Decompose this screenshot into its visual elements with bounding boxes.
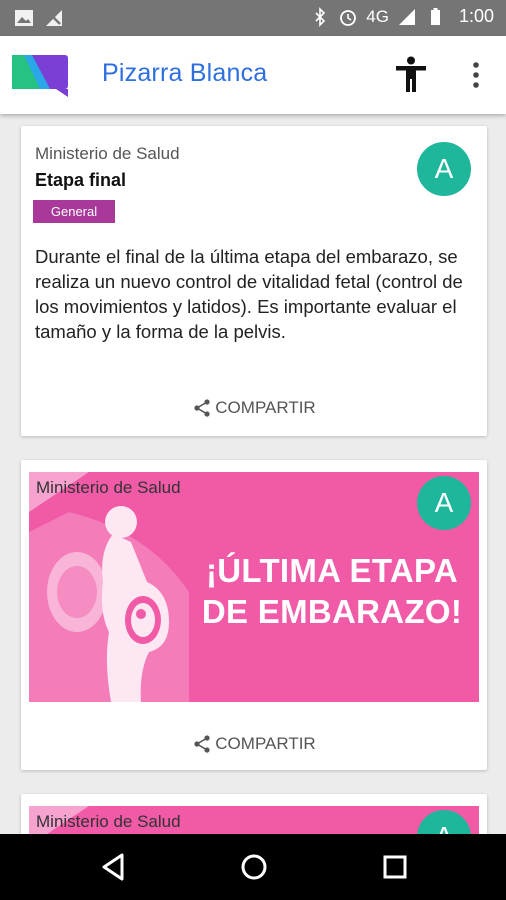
app-bar: Pizarra Blanca bbox=[0, 36, 506, 114]
avatar[interactable]: A bbox=[417, 476, 471, 530]
more-vert-icon[interactable] bbox=[466, 60, 486, 90]
post-card[interactable]: Ministerio de Salud Etapa final General … bbox=[21, 126, 487, 436]
alarm-icon bbox=[340, 9, 357, 26]
share-label: COMPARTIR bbox=[215, 734, 316, 753]
avatar[interactable]: A bbox=[417, 142, 471, 196]
status-bar: 4G 1:00 bbox=[0, 0, 506, 36]
post-source: Ministerio de Salud bbox=[36, 812, 181, 831]
post-body: Durante el final de la última etapa del … bbox=[35, 246, 463, 342]
clock: 1:00 bbox=[458, 6, 494, 26]
app-logo[interactable] bbox=[10, 53, 70, 97]
post-card[interactable]: Ministerio de Salud A bbox=[21, 794, 487, 834]
accessibility-icon[interactable] bbox=[394, 56, 428, 92]
app-title: Pizarra Blanca bbox=[102, 59, 268, 87]
network-type: 4G bbox=[366, 6, 389, 26]
back-icon[interactable] bbox=[96, 850, 130, 884]
image-icon bbox=[15, 10, 33, 26]
category-tag[interactable]: General bbox=[33, 200, 115, 223]
recents-icon[interactable] bbox=[378, 850, 412, 884]
post-card[interactable]: Ministerio de Salud ¡ÚLTIMA ETAPA DE EMB… bbox=[21, 460, 487, 770]
share-button[interactable]: COMPARTIR bbox=[21, 398, 487, 423]
post-banner-image[interactable]: Ministerio de Salud bbox=[29, 806, 479, 834]
share-icon bbox=[194, 399, 210, 417]
banner-headline: ¡ÚLTIMA ETAPA DE EMBARAZO! bbox=[201, 552, 463, 630]
post-source: Ministerio de Salud bbox=[36, 478, 181, 497]
navigation-bar bbox=[0, 834, 506, 900]
feed[interactable]: Ministerio de Salud Etapa final General … bbox=[0, 114, 506, 834]
bluetooth-icon bbox=[315, 6, 326, 27]
share-button[interactable]: COMPARTIR bbox=[21, 734, 487, 759]
post-source: Ministerio de Salud bbox=[35, 144, 180, 163]
share-icon bbox=[194, 735, 210, 753]
battery-icon bbox=[430, 7, 440, 25]
post-banner-image[interactable]: Ministerio de Salud ¡ÚLTIMA ETAPA DE EMB… bbox=[29, 472, 479, 702]
post-title: Etapa final bbox=[35, 170, 127, 190]
share-label: COMPARTIR bbox=[215, 398, 316, 417]
no-signal-icon bbox=[46, 10, 62, 26]
home-icon[interactable] bbox=[237, 850, 271, 884]
signal-icon bbox=[398, 8, 415, 25]
